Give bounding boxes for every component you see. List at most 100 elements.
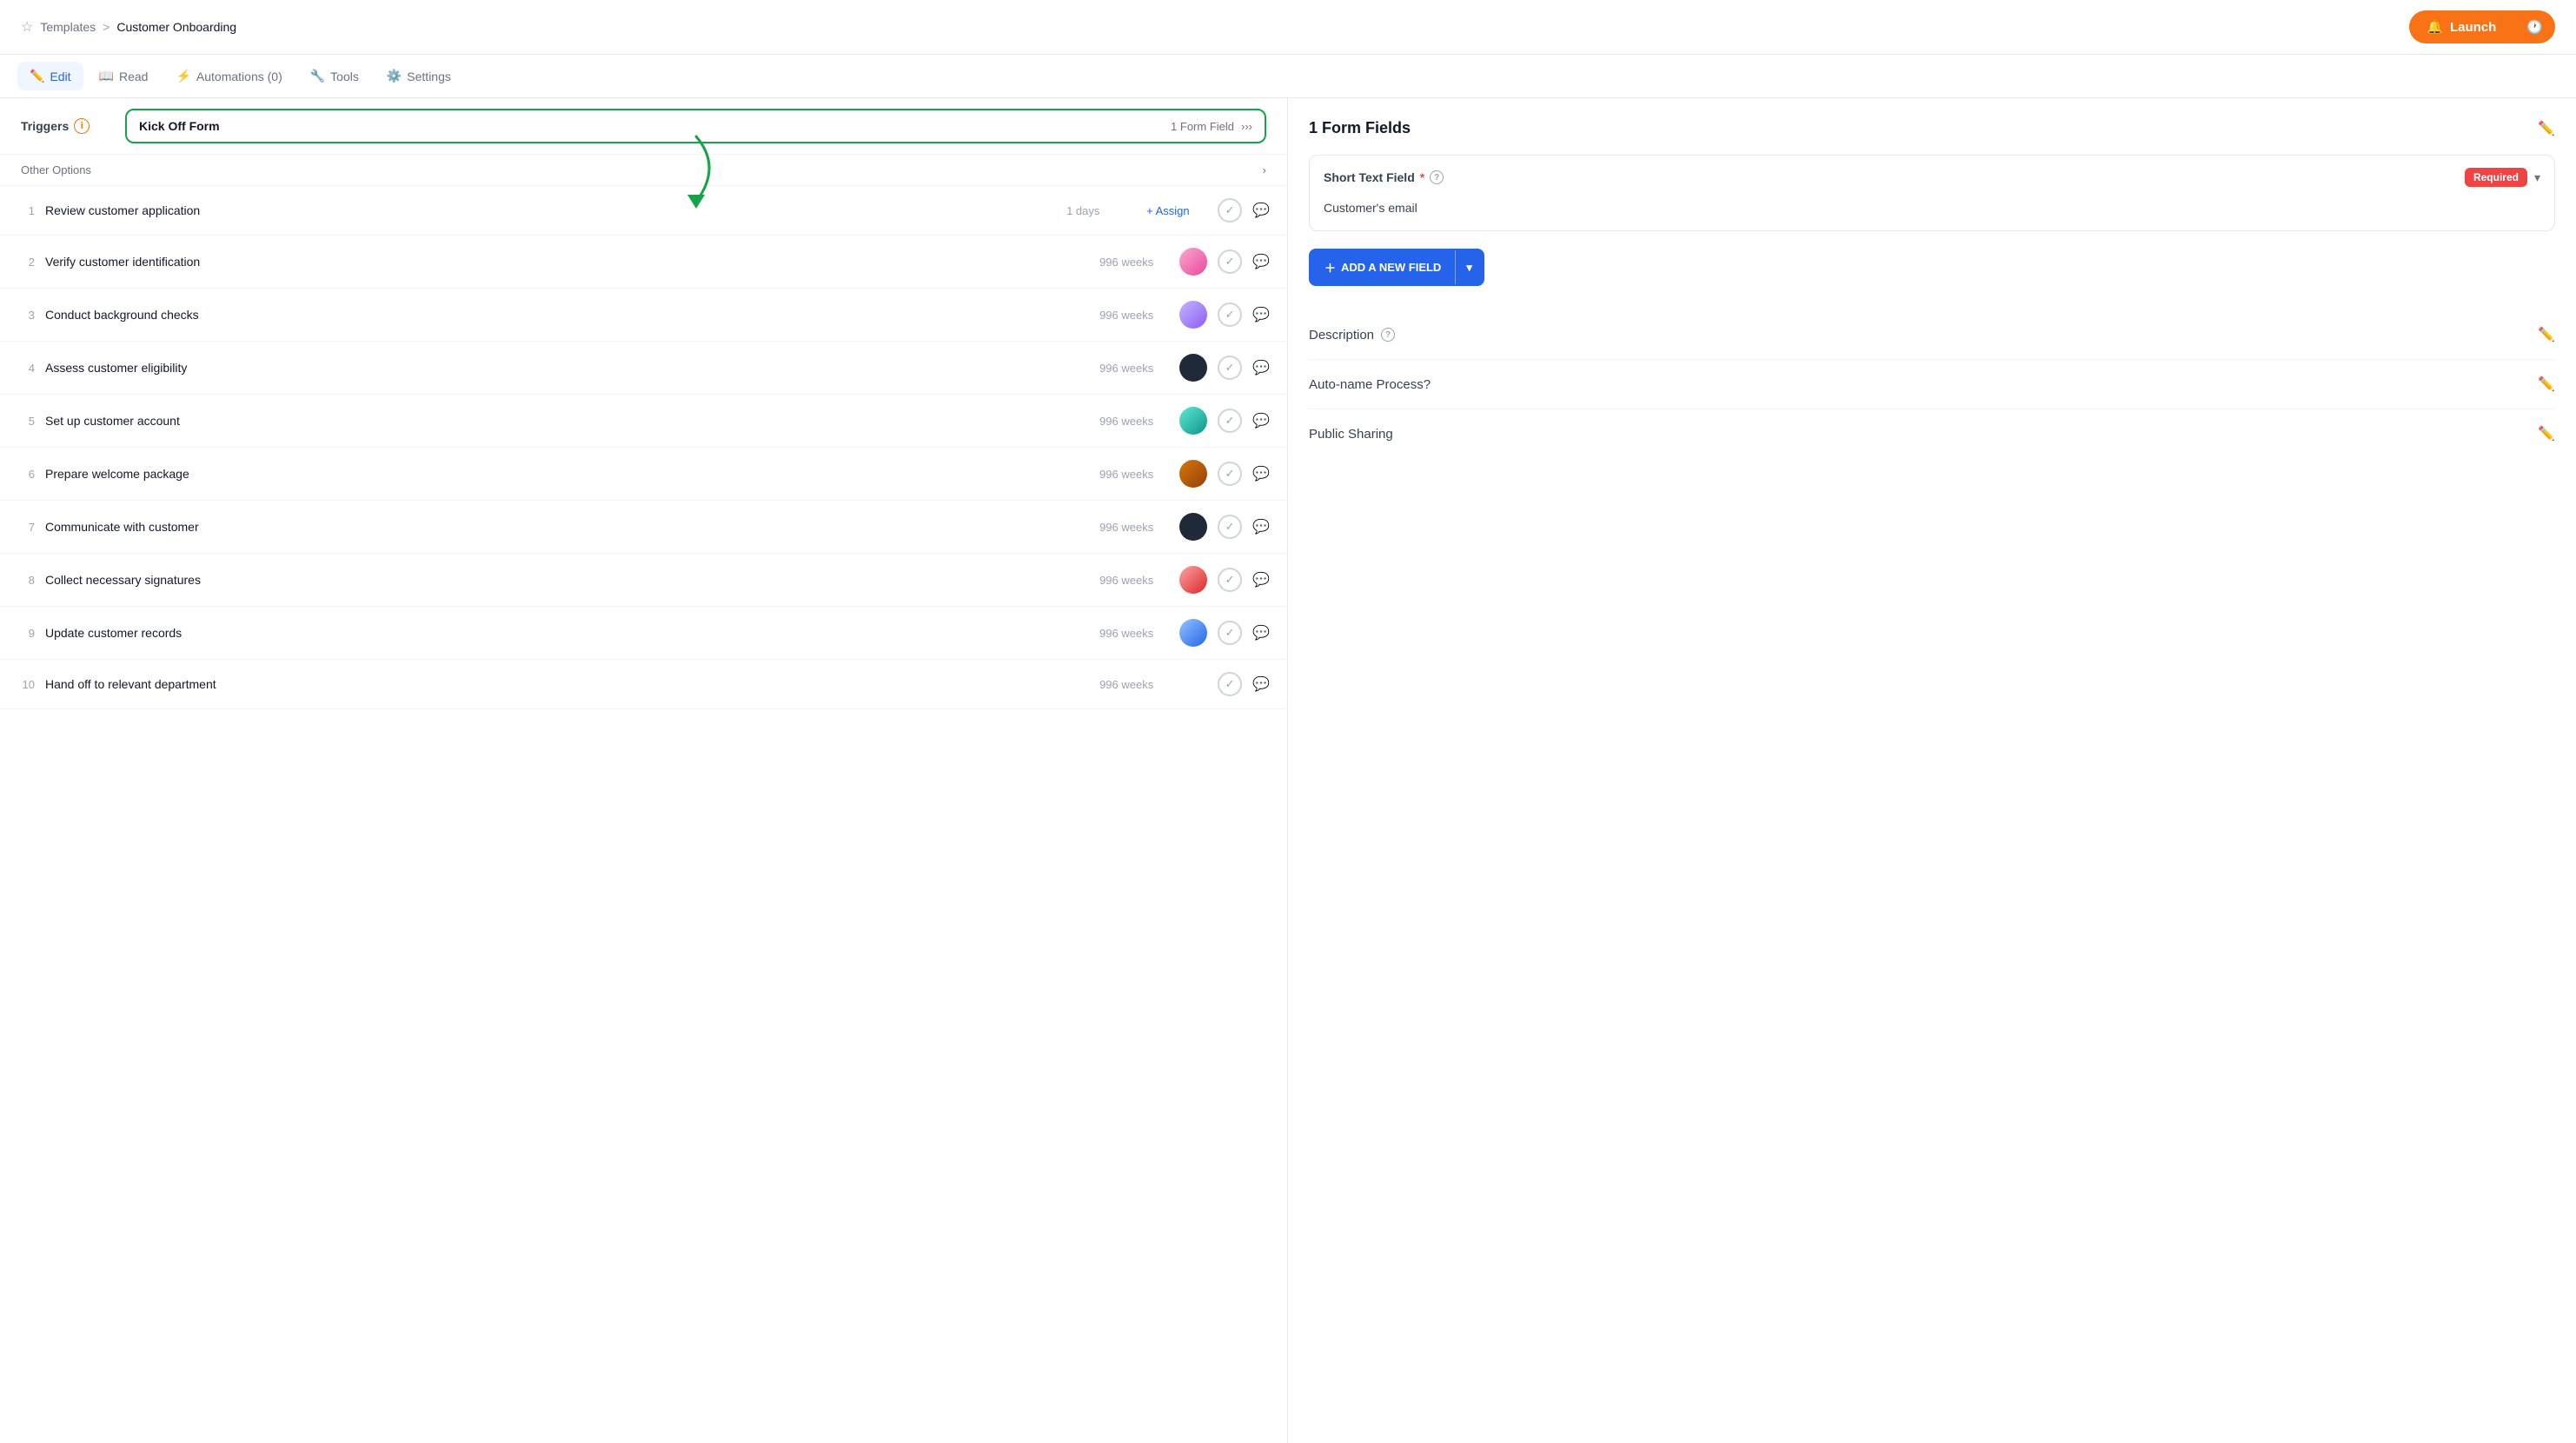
task-name[interactable]: Review customer application xyxy=(45,203,1056,217)
task-duration: 996 weeks xyxy=(1099,468,1169,481)
avatar[interactable] xyxy=(1179,407,1207,435)
task-list: 1 Review customer application 1 days + A… xyxy=(0,186,1287,709)
chevron-right-icon: ››› xyxy=(1241,120,1252,133)
auto-name-edit-button[interactable]: ✏️ xyxy=(2538,376,2555,393)
launch-button[interactable]: 🔔 Launch 🕐 xyxy=(2409,10,2555,43)
avatar[interactable] xyxy=(1179,248,1207,276)
task-name[interactable]: Set up customer account xyxy=(45,414,1089,428)
task-duration: 996 weeks xyxy=(1099,574,1169,587)
add-field-caret[interactable]: ▾ xyxy=(1456,252,1483,283)
auto-name-label: Auto-name Process? xyxy=(1309,377,1431,392)
edit-title-button[interactable]: ✏️ xyxy=(2538,120,2555,137)
task-number: 1 xyxy=(17,204,35,217)
task-number: 10 xyxy=(17,678,35,691)
table-row: 2 Verify customer identification 996 wee… xyxy=(0,236,1287,289)
tab-bar: ✏️ Edit 📖 Read ⚡ Automations (0) 🔧 Tools… xyxy=(0,55,2576,98)
task-complete-toggle[interactable]: ✓ xyxy=(1218,568,1242,592)
task-name[interactable]: Prepare welcome package xyxy=(45,467,1089,481)
description-edit-button[interactable]: ✏️ xyxy=(2538,326,2555,343)
task-name[interactable]: Assess customer eligibility xyxy=(45,361,1089,375)
chat-icon[interactable]: 💬 xyxy=(1252,624,1270,642)
add-field-label: ADD A NEW FIELD xyxy=(1341,261,1441,274)
tab-read[interactable]: 📖 Read xyxy=(87,62,161,90)
kickoff-meta: 1 Form Field ››› xyxy=(1171,120,1252,133)
other-options-row[interactable]: Other Options › xyxy=(0,155,1287,186)
task-duration: 996 weeks xyxy=(1099,256,1169,269)
task-name[interactable]: Communicate with customer xyxy=(45,520,1089,534)
chat-icon[interactable]: 💬 xyxy=(1252,675,1270,693)
right-panel: 1 Form Fields ✏️ Short Text Field * ? Re… xyxy=(1288,98,2576,1443)
breadcrumb-current: Customer Onboarding xyxy=(116,20,236,34)
tab-read-label: Read xyxy=(119,70,148,83)
assign-button[interactable]: + Assign xyxy=(1146,204,1207,217)
task-number: 8 xyxy=(17,574,35,587)
required-asterisk: * xyxy=(1420,170,1424,184)
description-help-icon[interactable]: ? xyxy=(1381,328,1395,342)
chat-icon[interactable]: 💬 xyxy=(1252,571,1270,589)
task-duration: 996 weeks xyxy=(1099,678,1169,691)
task-number: 2 xyxy=(17,256,35,269)
tab-automations[interactable]: ⚡ Automations (0) xyxy=(163,62,294,90)
field-help-icon[interactable]: ? xyxy=(1430,170,1444,184)
breadcrumb: ☆ Templates > Customer Onboarding xyxy=(21,18,236,36)
chat-icon[interactable]: 💬 xyxy=(1252,253,1270,270)
tab-edit[interactable]: ✏️ Edit xyxy=(17,62,83,90)
task-name[interactable]: Hand off to relevant department xyxy=(45,677,1089,691)
task-complete-toggle[interactable]: ✓ xyxy=(1218,462,1242,486)
task-complete-toggle[interactable]: ✓ xyxy=(1218,515,1242,539)
tab-settings-label: Settings xyxy=(407,70,451,83)
task-complete-toggle[interactable]: ✓ xyxy=(1218,303,1242,327)
app-container: ☆ Templates > Customer Onboarding 🔔 Laun… xyxy=(0,0,2576,1443)
task-complete-toggle[interactable]: ✓ xyxy=(1218,672,1242,696)
public-sharing-label: Public Sharing xyxy=(1309,427,1393,442)
other-options-label: Other Options xyxy=(21,163,91,176)
chat-icon[interactable]: 💬 xyxy=(1252,306,1270,323)
chat-icon[interactable]: 💬 xyxy=(1252,202,1270,219)
task-number: 9 xyxy=(17,627,35,640)
tab-tools-label: Tools xyxy=(330,70,359,83)
description-text: Description xyxy=(1309,328,1374,342)
task-name[interactable]: Collect necessary signatures xyxy=(45,573,1089,587)
task-name[interactable]: Conduct background checks xyxy=(45,308,1089,322)
avatar[interactable] xyxy=(1179,619,1207,647)
avatar[interactable] xyxy=(1179,301,1207,329)
avatar[interactable] xyxy=(1179,566,1207,594)
tab-settings[interactable]: ⚙️ Settings xyxy=(375,62,463,90)
avatar[interactable] xyxy=(1179,460,1207,488)
field-type-text: Short Text Field xyxy=(1324,170,1415,184)
task-duration: 1 days xyxy=(1066,204,1136,217)
field-value: Customer's email xyxy=(1324,197,2540,218)
chat-icon[interactable]: 💬 xyxy=(1252,359,1270,376)
chat-icon[interactable]: 💬 xyxy=(1252,412,1270,429)
field-type-label: Short Text Field * ? xyxy=(1324,170,1444,184)
avatar[interactable] xyxy=(1179,513,1207,541)
description-row: Description ? ✏️ xyxy=(1309,310,2555,360)
task-complete-toggle[interactable]: ✓ xyxy=(1218,249,1242,274)
task-duration: 996 weeks xyxy=(1099,521,1169,534)
avatar[interactable] xyxy=(1179,354,1207,382)
table-row: 10 Hand off to relevant department 996 w… xyxy=(0,660,1287,709)
task-complete-toggle[interactable]: ✓ xyxy=(1218,198,1242,223)
task-duration: 996 weeks xyxy=(1099,309,1169,322)
dropdown-arrow-icon[interactable]: ▾ xyxy=(2534,170,2540,185)
kickoff-form-box[interactable]: Kick Off Form 1 Form Field ››› xyxy=(125,109,1266,143)
launch-clock-icon[interactable]: 🕐 xyxy=(2514,10,2555,43)
chat-icon[interactable]: 💬 xyxy=(1252,518,1270,535)
task-complete-toggle[interactable]: ✓ xyxy=(1218,409,1242,433)
tab-tools[interactable]: 🔧 Tools xyxy=(298,62,371,90)
task-complete-toggle[interactable]: ✓ xyxy=(1218,621,1242,645)
task-name[interactable]: Update customer records xyxy=(45,626,1089,640)
add-field-button[interactable]: ＋ ADD A NEW FIELD ▾ xyxy=(1309,249,1484,286)
task-duration: 996 weeks xyxy=(1099,415,1169,428)
public-sharing-edit-button[interactable]: ✏️ xyxy=(2538,425,2555,442)
triggers-info-icon[interactable]: i xyxy=(74,118,90,134)
required-badge[interactable]: Required xyxy=(2465,168,2527,187)
kickoff-wrapper: Kick Off Form 1 Form Field ››› xyxy=(125,109,1266,143)
breadcrumb-parent[interactable]: Templates xyxy=(40,20,96,34)
task-complete-toggle[interactable]: ✓ xyxy=(1218,356,1242,380)
triggers-text: Triggers xyxy=(21,119,69,133)
tab-edit-label: Edit xyxy=(50,70,70,83)
chat-icon[interactable]: 💬 xyxy=(1252,465,1270,482)
task-name[interactable]: Verify customer identification xyxy=(45,255,1089,269)
triggers-label: Triggers i xyxy=(21,118,125,134)
